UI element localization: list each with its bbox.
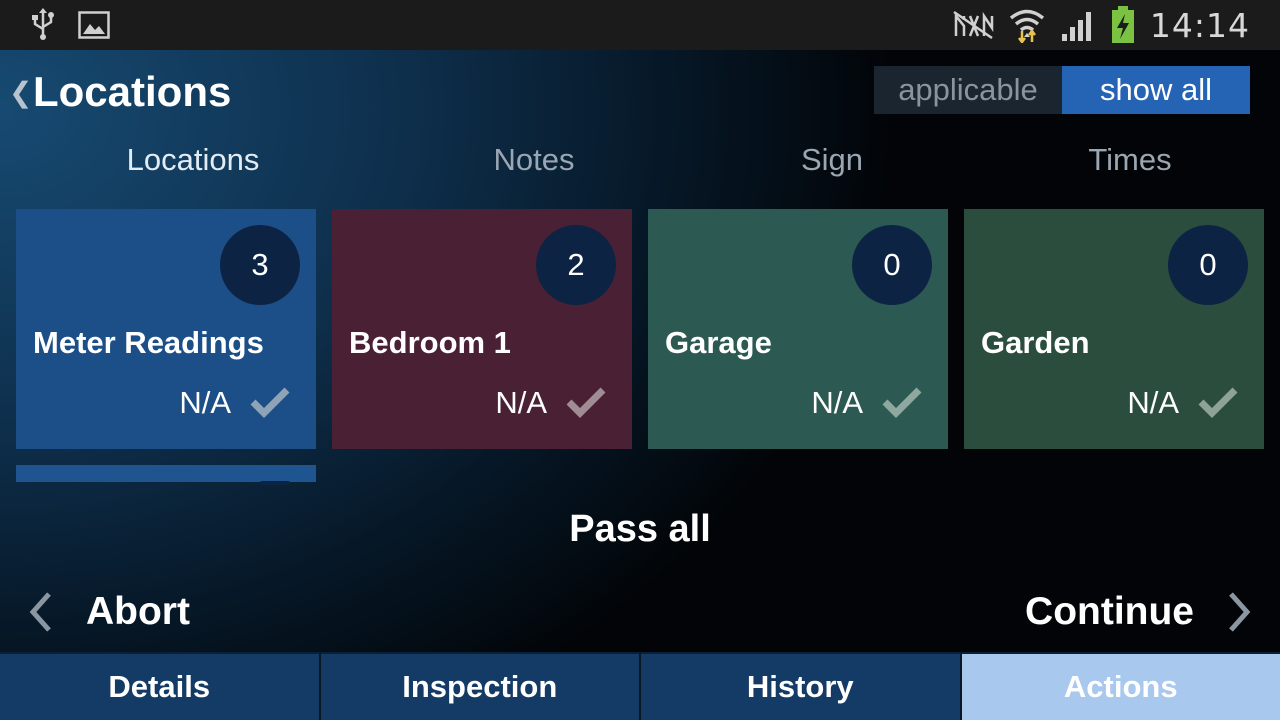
title-bar: ❮ Locations applicable show all — [0, 50, 1280, 134]
tab-actions[interactable]: Actions — [961, 652, 1280, 720]
chevron-left-icon[interactable] — [27, 590, 53, 639]
tab-locations[interactable]: Locations — [93, 142, 293, 178]
tile-status: N/A — [811, 385, 863, 420]
tile-status: N/A — [1127, 385, 1179, 420]
status-time: 14:14 — [1149, 5, 1250, 45]
checkmark-icon[interactable] — [882, 386, 922, 423]
checkmark-icon[interactable] — [566, 386, 606, 423]
count-badge: 2 — [536, 225, 616, 305]
chevron-right-icon[interactable] — [1227, 590, 1253, 639]
signal-icon — [1060, 8, 1096, 42]
location-tile[interactable]: 2 Bedroom 1 N/A — [332, 209, 632, 449]
status-bar: 14:14 — [0, 0, 1280, 50]
count-badge: 3 — [220, 225, 300, 305]
back-chevron-icon[interactable]: ❮ — [9, 76, 32, 109]
tab-inspection[interactable]: Inspection — [320, 652, 641, 720]
count-badge: 0 — [1168, 225, 1248, 305]
tile-name: Garden — [981, 325, 1090, 360]
location-tile[interactable]: 3 Meter Readings N/A — [16, 209, 316, 449]
count-badge-partial — [260, 481, 290, 485]
tab-history[interactable]: History — [641, 652, 962, 720]
show-all-button[interactable]: show all — [1062, 66, 1250, 114]
battery-charging-icon — [1110, 6, 1136, 44]
pass-all-button[interactable]: Pass all — [0, 508, 1280, 551]
checkmark-icon[interactable] — [1198, 386, 1238, 423]
abort-button[interactable]: Abort — [86, 590, 190, 634]
location-tile-partial[interactable] — [16, 465, 316, 485]
image-icon — [78, 11, 110, 39]
wifi-icon — [1008, 7, 1046, 43]
location-tile[interactable]: 0 Garden N/A — [964, 209, 1264, 449]
no-sim-icon — [952, 10, 994, 40]
main-content: ❮ Locations applicable show all Location… — [0, 50, 1280, 652]
section-tabs: Locations Notes Sign Times — [0, 134, 1280, 190]
location-tile[interactable]: 0 Garage N/A — [648, 209, 948, 449]
tile-status: N/A — [179, 385, 231, 420]
tile-status: N/A — [495, 385, 547, 420]
count-badge: 0 — [852, 225, 932, 305]
usb-icon — [30, 8, 56, 42]
page-title: Locations — [33, 68, 232, 115]
tile-name: Garage — [665, 325, 772, 360]
tab-notes[interactable]: Notes — [434, 142, 634, 178]
tile-name: Meter Readings — [33, 325, 264, 360]
continue-button[interactable]: Continue — [1025, 590, 1194, 634]
checkmark-icon[interactable] — [250, 386, 290, 423]
navigation-row: Abort Continue — [0, 586, 1280, 638]
bottom-tab-bar: Details Inspection History Actions — [0, 652, 1280, 720]
tab-details[interactable]: Details — [0, 652, 321, 720]
applicable-button[interactable]: applicable — [874, 66, 1062, 114]
tab-sign[interactable]: Sign — [732, 142, 932, 178]
filter-toggle: applicable show all — [874, 66, 1250, 114]
tile-name: Bedroom 1 — [349, 325, 511, 360]
tab-times[interactable]: Times — [1030, 142, 1230, 178]
